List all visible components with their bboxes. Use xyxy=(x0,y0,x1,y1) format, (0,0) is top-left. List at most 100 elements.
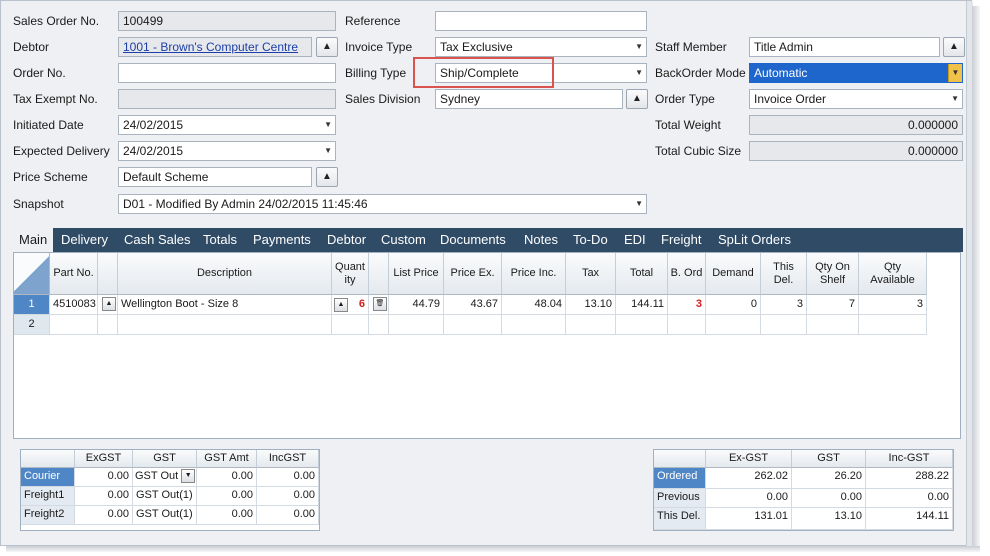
staff-member-field[interactable]: Title Admin xyxy=(749,37,940,57)
cell-description[interactable] xyxy=(118,315,332,335)
tab-debtor[interactable]: Debtor xyxy=(327,232,366,247)
chevron-up-icon[interactable]: ▲ xyxy=(102,297,116,311)
col-tax[interactable]: Tax xyxy=(566,253,616,295)
freight-cell-gst-amt[interactable]: 0.00 xyxy=(197,506,257,525)
tab-main[interactable]: Main xyxy=(13,228,54,252)
cell-quantity[interactable] xyxy=(332,315,369,335)
freight-cell-gst-amt[interactable]: 0.00 xyxy=(197,468,257,487)
dropdown-arrow-icon[interactable]: ▼ xyxy=(635,195,643,213)
col-price-ex[interactable]: Price Ex. xyxy=(444,253,502,295)
freight-row-courier[interactable]: Courier xyxy=(21,468,75,487)
dropdown-arrow-icon[interactable]: ▼ xyxy=(324,142,332,160)
cell-demand[interactable] xyxy=(706,315,761,335)
tab-notes[interactable]: Notes xyxy=(524,232,558,247)
initiated-date-field[interactable]: 24/02/2015 ▼ xyxy=(118,115,336,135)
tab-to-do[interactable]: To-Do xyxy=(573,232,608,247)
tax-exempt-no-field[interactable] xyxy=(118,89,336,109)
cell-delete[interactable]: 🗑 xyxy=(369,295,389,315)
freight-cell-gst[interactable]: GST Out ▼ xyxy=(133,468,197,487)
cell-part-lookup[interactable] xyxy=(98,315,118,335)
col-b-ord[interactable]: B. Ord xyxy=(668,253,706,295)
col-price-inc[interactable]: Price Inc. xyxy=(502,253,566,295)
sales-division-lookup-button[interactable]: ▲ xyxy=(626,89,648,109)
freight-col-exgst[interactable]: ExGST xyxy=(75,450,133,468)
cell-total[interactable]: 144.11 xyxy=(616,295,668,315)
sales-division-field[interactable]: Sydney xyxy=(435,89,623,109)
snapshot-field[interactable]: D01 - Modified By Admin 24/02/2015 11:45… xyxy=(118,194,647,214)
cell-price-inc[interactable] xyxy=(502,315,566,335)
cell-price-ex[interactable]: 43.67 xyxy=(444,295,502,315)
col-part-no[interactable]: Part No. xyxy=(50,253,98,295)
debtor-lookup-button[interactable]: ▲ xyxy=(316,37,338,57)
expected-delivery-field[interactable]: 24/02/2015 ▼ xyxy=(118,141,336,161)
freight-col-incgst[interactable]: IncGST xyxy=(257,450,319,468)
debtor-field[interactable]: 1001 - Brown's Computer Centre xyxy=(118,37,312,57)
tab-payments[interactable]: Payments xyxy=(253,232,311,247)
cell-description[interactable]: Wellington Boot - Size 8 xyxy=(118,295,332,315)
tab-totals[interactable]: Totals xyxy=(203,232,237,247)
sales-order-no-field[interactable]: 100499 xyxy=(118,11,336,31)
freight-row-freight2[interactable]: Freight2 xyxy=(21,506,75,525)
col-demand[interactable]: Demand xyxy=(706,253,761,295)
col-this-del[interactable]: This Del. xyxy=(761,253,807,295)
freight-row-freight1[interactable]: Freight1 xyxy=(21,487,75,506)
chevron-up-icon[interactable]: ▲ xyxy=(334,298,348,312)
row-header-1[interactable]: 1 xyxy=(14,295,50,315)
totals-col-ex-gst[interactable]: Ex-GST xyxy=(706,450,792,468)
freight-cell-incgst[interactable]: 0.00 xyxy=(257,506,319,525)
cell-tax[interactable]: 13.10 xyxy=(566,295,616,315)
freight-cell-exgst[interactable]: 0.00 xyxy=(75,468,133,487)
cell-this-del[interactable] xyxy=(761,315,807,335)
cell-part-no[interactable] xyxy=(50,315,98,335)
totals-row-ordered[interactable]: Ordered xyxy=(654,468,706,489)
cell-total[interactable] xyxy=(616,315,668,335)
cell-quantity[interactable]: ▲ 6 xyxy=(332,295,369,315)
totals-col-inc-gst[interactable]: Inc-GST xyxy=(866,450,953,468)
tab-freight[interactable]: Freight xyxy=(661,232,701,247)
dropdown-arrow-icon[interactable]: ▼ xyxy=(181,469,196,483)
cell-b-ord[interactable] xyxy=(668,315,706,335)
col-qty-available[interactable]: Qty Available xyxy=(859,253,927,295)
cell-b-ord[interactable]: 3 xyxy=(668,295,706,315)
tab-edi[interactable]: EDI xyxy=(624,232,646,247)
order-type-select[interactable]: Invoice Order ▼ xyxy=(749,89,963,109)
dropdown-arrow-icon[interactable]: ▼ xyxy=(635,64,643,82)
freight-cell-gst[interactable]: GST Out(1) xyxy=(133,506,197,525)
col-qty-on-shelf[interactable]: Qty On Shelf xyxy=(807,253,859,295)
row-header-2[interactable]: 2 xyxy=(14,315,50,335)
total-cubic-size-field[interactable]: 0.000000 xyxy=(749,141,963,161)
tab-documents[interactable]: Documents xyxy=(440,232,506,247)
order-no-field[interactable] xyxy=(118,63,336,83)
freight-cell-exgst[interactable]: 0.00 xyxy=(75,487,133,506)
cell-delete[interactable] xyxy=(369,315,389,335)
staff-member-lookup-button[interactable]: ▲ xyxy=(943,37,965,57)
reference-field[interactable] xyxy=(435,11,647,31)
cell-demand[interactable]: 0 xyxy=(706,295,761,315)
debtor-link[interactable]: 1001 - Brown's Computer Centre xyxy=(123,40,298,54)
dropdown-arrow-icon[interactable]: ▼ xyxy=(948,64,962,82)
cell-this-del[interactable]: 3 xyxy=(761,295,807,315)
price-scheme-field[interactable]: Default Scheme xyxy=(118,167,312,187)
freight-col-gst-amt[interactable]: GST Amt xyxy=(197,450,257,468)
col-description[interactable]: Description xyxy=(118,253,332,295)
dropdown-arrow-icon[interactable]: ▼ xyxy=(951,90,959,108)
tab-custom[interactable]: Custom xyxy=(381,232,426,247)
cell-list-price[interactable]: 44.79 xyxy=(389,295,444,315)
cell-part-lookup[interactable]: ▲ xyxy=(98,295,118,315)
col-total[interactable]: Total xyxy=(616,253,668,295)
trash-icon[interactable]: 🗑 xyxy=(373,297,387,311)
tab-cash-sales[interactable]: Cash Sales xyxy=(124,232,190,247)
cell-tax[interactable] xyxy=(566,315,616,335)
col-list-price[interactable]: List Price xyxy=(389,253,444,295)
cell-list-price[interactable] xyxy=(389,315,444,335)
tab-split-orders[interactable]: SpLit Orders xyxy=(718,232,791,247)
freight-cell-gst[interactable]: GST Out(1) xyxy=(133,487,197,506)
invoice-type-select[interactable]: Tax Exclusive ▼ xyxy=(435,37,647,57)
cell-price-ex[interactable] xyxy=(444,315,502,335)
freight-cell-incgst[interactable]: 0.00 xyxy=(257,468,319,487)
cell-qty-on-shelf[interactable] xyxy=(807,315,859,335)
cell-qty-on-shelf[interactable]: 7 xyxy=(807,295,859,315)
cell-qty-available[interactable] xyxy=(859,315,927,335)
cell-price-inc[interactable]: 48.04 xyxy=(502,295,566,315)
backorder-mode-select[interactable]: Automatic ▼ xyxy=(749,63,963,83)
